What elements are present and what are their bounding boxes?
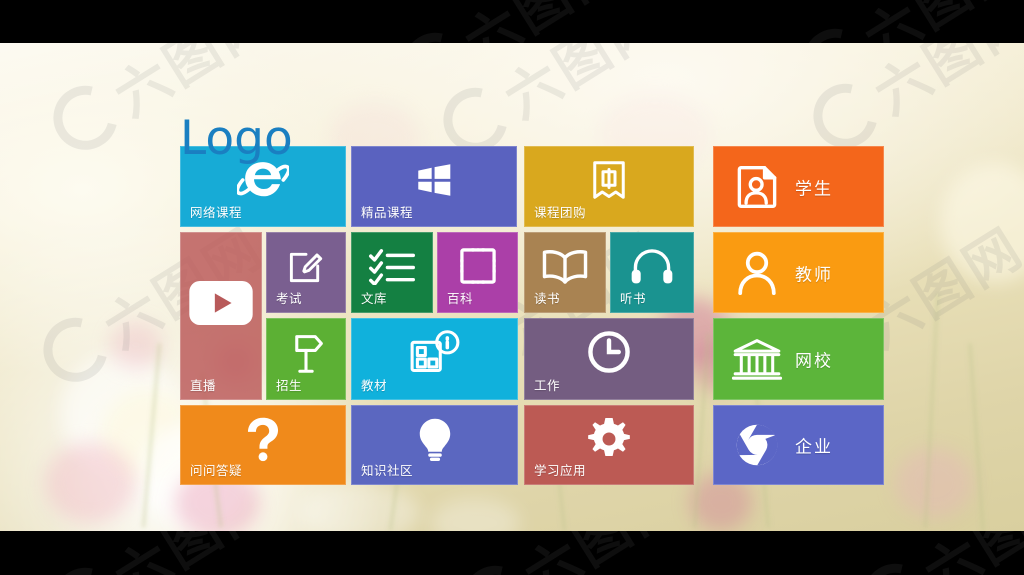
tile-xuesheng[interactable]: 学生 — [713, 146, 884, 227]
group-buy-icon — [589, 159, 629, 201]
tile-wenku[interactable]: 文库 — [351, 232, 433, 313]
watermark-text-bot3: 六图网 — [914, 531, 1024, 575]
tile-kaoshi[interactable]: 考试 — [266, 232, 346, 313]
chrome-browser-icon — [735, 423, 779, 467]
person-icon — [736, 250, 778, 295]
play-button-icon — [188, 280, 254, 325]
tile-label: 文库 — [361, 291, 388, 306]
background-stage: 六图网 六图网 六图网 六图网 六图网 六图网 Logo 网络课程 精品课程 课… — [0, 43, 1024, 531]
tile-label: 课程团购 — [534, 205, 587, 220]
tile-label: 招生 — [276, 378, 303, 393]
signpost-icon — [286, 330, 326, 374]
tile-tingshu[interactable]: 听书 — [610, 232, 694, 313]
tile-zhishi-shequ[interactable]: 知识社区 — [351, 405, 518, 485]
tile-label: 问问答疑 — [190, 463, 243, 478]
tile-wangxiao[interactable]: 网校 — [713, 318, 884, 400]
tile-grid: 网络课程 精品课程 课程团购 直播 考试 文库 百科 读书 听书 招生 教材 工… — [0, 43, 1024, 531]
edit-square-icon — [287, 247, 325, 285]
tile-label: 精品课程 — [361, 205, 414, 220]
tile-label: 学生 — [795, 179, 833, 199]
id-card-icon — [736, 163, 778, 209]
tile-label: 考试 — [276, 291, 303, 306]
page-logo: Logo — [180, 111, 293, 166]
lightbulb-icon — [416, 417, 452, 461]
tile-qiye[interactable]: 企业 — [713, 405, 884, 485]
bank-building-icon — [731, 337, 783, 381]
watermark-text-top2: 六图网 — [854, 0, 1024, 43]
tile-gongzuo[interactable]: 工作 — [524, 318, 694, 400]
tile-jiaoshi[interactable]: 教师 — [713, 232, 884, 313]
clock-icon — [586, 329, 632, 375]
checklist-icon — [368, 247, 416, 286]
tile-label: 直播 — [190, 378, 217, 393]
tile-zhaosheng[interactable]: 招生 — [266, 318, 346, 400]
tile-kecheng-tuangou[interactable]: 课程团购 — [524, 146, 694, 227]
tile-xuexi-yingyong[interactable]: 学习应用 — [524, 405, 694, 485]
tile-label: 网络课程 — [190, 205, 243, 220]
open-book-icon — [540, 247, 589, 285]
tile-label: 工作 — [534, 378, 561, 393]
tile-dushu[interactable]: 读书 — [524, 232, 606, 313]
watermark-text-top: 六图网 — [454, 0, 635, 43]
tile-label: 听书 — [620, 291, 647, 306]
tile-baike[interactable]: 百科 — [437, 232, 518, 313]
tile-label: 读书 — [534, 291, 561, 306]
tile-label: 百科 — [447, 291, 474, 306]
headphones-icon — [630, 247, 674, 285]
tile-wenwen-dayi[interactable]: 问问答疑 — [180, 405, 346, 485]
tile-label: 网校 — [795, 351, 833, 372]
grid-info-icon — [408, 330, 461, 374]
tile-jiaocai[interactable]: 教材 — [351, 318, 518, 400]
watermark-text-bot1: 六图网 — [104, 531, 285, 575]
gear-icon — [588, 417, 630, 460]
tile-label: 教材 — [361, 378, 388, 393]
screen-root: 六图网 六图网 六图网 六图网 六图网 六图网 — [0, 0, 1024, 575]
tile-label: 知识社区 — [361, 463, 414, 478]
four-blocks-icon — [459, 247, 497, 285]
letterbox-bottom: 六图网 六图网 六图网 — [0, 531, 1024, 575]
tile-jingpin-kecheng[interactable]: 精品课程 — [351, 146, 517, 227]
watermark-text-bot2: 六图网 — [514, 531, 695, 575]
windows-logo-icon — [415, 163, 453, 198]
tile-zhibo[interactable]: 直播 — [180, 232, 262, 400]
letterbox-top: 六图网 六图网 — [0, 0, 1024, 43]
tile-label: 企业 — [795, 437, 833, 458]
question-mark-icon — [246, 416, 281, 462]
tile-label: 教师 — [795, 265, 833, 285]
tile-label: 学习应用 — [534, 463, 587, 478]
